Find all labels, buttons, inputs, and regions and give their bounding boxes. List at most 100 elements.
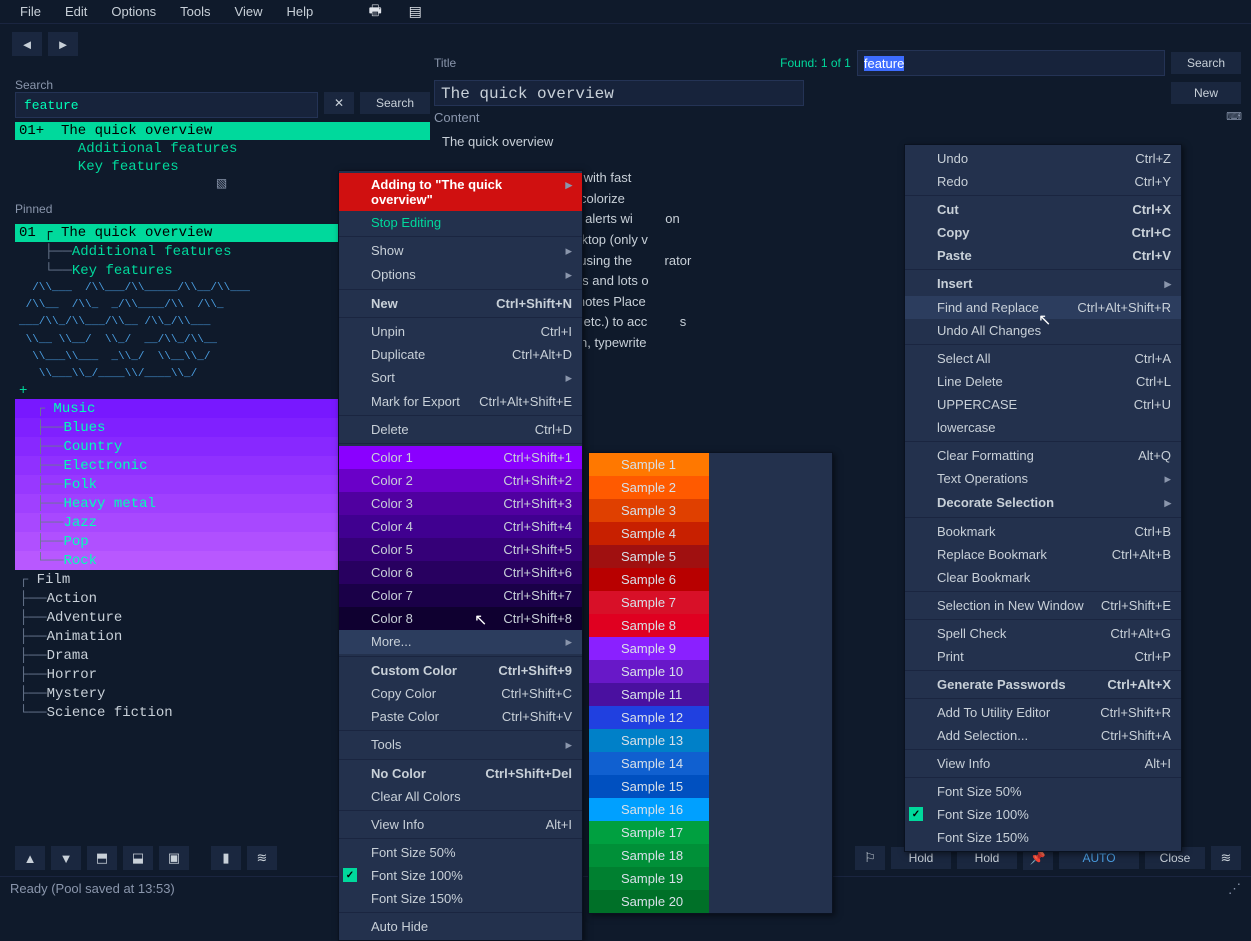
search-right-button[interactable]: Search	[1171, 52, 1241, 74]
menu-item[interactable]: CutCtrl+X	[905, 198, 1181, 221]
menu-item[interactable]: No ColorCtrl+Shift+Del	[339, 762, 582, 785]
color-item[interactable]: Color 5Ctrl+Shift+5	[339, 538, 582, 561]
menu-options[interactable]: Options	[99, 2, 168, 21]
menu-item[interactable]: Line DeleteCtrl+L	[905, 370, 1181, 393]
menu-item[interactable]: Add Selection...Ctrl+Shift+A	[905, 724, 1181, 747]
move-up-button[interactable]: ▲	[15, 846, 45, 870]
sample-item[interactable]: Sample 15	[589, 775, 709, 798]
menu-item[interactable]: lowercase	[905, 416, 1181, 439]
menu-item[interactable]: UnpinCtrl+I	[339, 320, 582, 343]
menu-item[interactable]: NewCtrl+Shift+N	[339, 292, 582, 315]
title-input[interactable]: feature	[857, 50, 1165, 76]
sample-item[interactable]: Sample 13	[589, 729, 709, 752]
printer-icon[interactable]: 🖶	[361, 0, 389, 24]
menu-item[interactable]: DeleteCtrl+D	[339, 418, 582, 441]
color-item[interactable]: Color 1Ctrl+Shift+1	[339, 446, 582, 469]
menu-item[interactable]: Sort▸	[339, 366, 582, 390]
sample-item[interactable]: Sample 14	[589, 752, 709, 775]
tree-item[interactable]: Additional features	[15, 140, 430, 158]
menu-item[interactable]: Decorate Selection▸	[905, 491, 1181, 515]
color-item[interactable]: Color 4Ctrl+Shift+4	[339, 515, 582, 538]
color-item[interactable]: Color 6Ctrl+Shift+6	[339, 561, 582, 584]
menu-item[interactable]: View InfoAlt+I	[905, 752, 1181, 775]
prev-button[interactable]: ◄	[12, 32, 42, 56]
menu-edit[interactable]: Edit	[53, 2, 99, 21]
menu-item[interactable]: Auto Hide	[339, 915, 582, 938]
pattern-icon[interactable]: ≋	[1211, 846, 1241, 870]
keyboard-icon[interactable]: ⌨	[1226, 110, 1241, 125]
menu-item[interactable]: Font Size 100%	[905, 803, 1181, 826]
menu-item[interactable]: Generate PasswordsCtrl+Alt+X	[905, 673, 1181, 696]
menu-item[interactable]: Font Size 50%	[905, 780, 1181, 803]
sample-item[interactable]: Sample 4	[589, 522, 709, 545]
new-button[interactable]: New	[1171, 82, 1241, 104]
menu-item[interactable]: Custom ColorCtrl+Shift+9	[339, 659, 582, 682]
sample-item[interactable]: Sample 17	[589, 821, 709, 844]
menu-item[interactable]: Replace BookmarkCtrl+Alt+B	[905, 543, 1181, 566]
next-button[interactable]: ►	[48, 32, 78, 56]
menu-item[interactable]: Tools▸	[339, 733, 582, 757]
move-down-button[interactable]: ▼	[51, 846, 81, 870]
menu-item[interactable]: Insert▸	[905, 272, 1181, 296]
menu-item[interactable]: Text Operations▸	[905, 467, 1181, 491]
sample-item[interactable]: Sample 20	[589, 890, 709, 913]
color-item[interactable]: Color 8Ctrl+Shift+8	[339, 607, 582, 630]
search-button[interactable]: Search	[360, 92, 430, 114]
tool-4-button[interactable]: ▮	[211, 846, 241, 870]
resize-grip-icon[interactable]: ⋰	[1228, 881, 1241, 896]
sample-item[interactable]: Sample 2	[589, 476, 709, 499]
clear-search-button[interactable]: ✕	[324, 92, 354, 114]
sample-item[interactable]: Sample 8	[589, 614, 709, 637]
menu-item[interactable]: Font Size 150%	[905, 826, 1181, 849]
color-item[interactable]: Color 2Ctrl+Shift+2	[339, 469, 582, 492]
menu-item[interactable]: PasteCtrl+V	[905, 244, 1181, 267]
menu-item[interactable]: Mark for ExportCtrl+Alt+Shift+E	[339, 390, 582, 413]
menu-item[interactable]: Select AllCtrl+A	[905, 347, 1181, 370]
tool-2-button[interactable]: ⬓	[123, 846, 153, 870]
menu-item[interactable]: Options▸	[339, 263, 582, 287]
sample-item[interactable]: Sample 7	[589, 591, 709, 614]
menu-tools[interactable]: Tools	[168, 2, 222, 21]
color-item[interactable]: Color 7Ctrl+Shift+7	[339, 584, 582, 607]
sample-item[interactable]: Sample 10	[589, 660, 709, 683]
menu-item[interactable]: Adding to "The quick overview"▸	[339, 173, 582, 211]
sample-item[interactable]: Sample 19	[589, 867, 709, 890]
menu-item[interactable]: Selection in New WindowCtrl+Shift+E	[905, 594, 1181, 617]
sample-item[interactable]: Sample 9	[589, 637, 709, 660]
bookmark-icon[interactable]: ⚐	[855, 846, 885, 870]
menu-item[interactable]: Show▸	[339, 239, 582, 263]
menu-item[interactable]: Font Size 100%	[339, 864, 582, 887]
menu-item[interactable]: Spell CheckCtrl+Alt+G	[905, 622, 1181, 645]
menu-item[interactable]: RedoCtrl+Y	[905, 170, 1181, 193]
sample-item[interactable]: Sample 18	[589, 844, 709, 867]
menu-item[interactable]: Clear All Colors	[339, 785, 582, 808]
menu-item[interactable]: UPPERCASECtrl+U	[905, 393, 1181, 416]
menu-item[interactable]: DuplicateCtrl+Alt+D	[339, 343, 582, 366]
search-input[interactable]	[15, 92, 318, 118]
menu-item[interactable]: Clear Bookmark	[905, 566, 1181, 589]
tool-5-button[interactable]: ≋	[247, 846, 277, 870]
menu-item[interactable]: Font Size 150%	[339, 887, 582, 910]
menu-item[interactable]: View InfoAlt+I	[339, 813, 582, 836]
menu-item[interactable]: Find and ReplaceCtrl+Alt+Shift+R	[905, 296, 1181, 319]
menu-item[interactable]: Undo All Changes	[905, 319, 1181, 342]
tool-1-button[interactable]: ⬒	[87, 846, 117, 870]
menu-item[interactable]: Add To Utility EditorCtrl+Shift+R	[905, 701, 1181, 724]
tree-item-selected[interactable]: 01+ The quick overview	[15, 122, 430, 140]
menu-help[interactable]: Help	[274, 2, 325, 21]
calendar-icon[interactable]: ▤	[401, 3, 429, 20]
document-title[interactable]: The quick overview	[434, 80, 804, 106]
menu-item[interactable]: Clear FormattingAlt+Q	[905, 444, 1181, 467]
menu-item[interactable]: UndoCtrl+Z	[905, 147, 1181, 170]
menu-item[interactable]: BookmarkCtrl+B	[905, 520, 1181, 543]
menu-item[interactable]: PrintCtrl+P	[905, 645, 1181, 668]
sample-item[interactable]: Sample 16	[589, 798, 709, 821]
sample-item[interactable]: Sample 3	[589, 499, 709, 522]
sample-item[interactable]: Sample 1	[589, 453, 709, 476]
sample-item[interactable]: Sample 6	[589, 568, 709, 591]
sample-item[interactable]: Sample 12	[589, 706, 709, 729]
menu-item[interactable]: Font Size 50%	[339, 841, 582, 864]
menu-file[interactable]: File	[8, 2, 53, 21]
sample-item[interactable]: Sample 11	[589, 683, 709, 706]
sample-item[interactable]: Sample 5	[589, 545, 709, 568]
